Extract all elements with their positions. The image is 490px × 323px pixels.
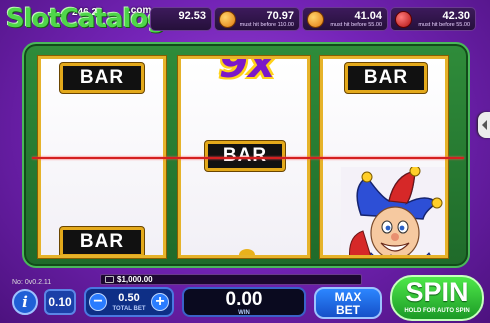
red-coin-icon	[395, 11, 412, 28]
watermark-url: .com	[128, 5, 152, 16]
symbol-top-edge	[239, 249, 255, 255]
jackpot-3-value: 41.04	[354, 10, 382, 22]
increase-bet-button[interactable]: +	[151, 293, 169, 311]
spin-button[interactable]: SPIN HOLD FOR AUTO SPIN	[390, 275, 484, 321]
bar-symbol: BAR	[60, 227, 144, 255]
jackpot-2: 70.97 must hit before 110.00	[214, 7, 300, 31]
max-bet-button[interactable]: MAX BET	[314, 287, 382, 319]
balance-display: $1,000.00	[100, 274, 362, 285]
jackpot-2-subtitle: must hit before 110.00	[239, 22, 294, 28]
auto-spin-hint: HOLD FOR AUTO SPIN	[404, 308, 470, 314]
win-display: 0.00 WIN	[182, 287, 306, 317]
jester-icon	[341, 167, 445, 255]
jackpot-1: 92.53	[150, 7, 212, 31]
bar-label: BAR	[63, 66, 141, 90]
coin-value-button[interactable]: 0.10	[44, 289, 76, 315]
win-label: WIN	[238, 310, 250, 316]
jackpot-3: 41.04 must hit before 55.00	[302, 7, 388, 31]
bar-label: BAR	[348, 66, 424, 90]
wallet-icon	[105, 276, 114, 283]
orange-coin-icon	[219, 11, 236, 28]
jackpot-4-value: 42.30	[442, 10, 470, 22]
decrease-bet-button[interactable]: −	[89, 293, 107, 311]
jackpot-1-value: 92.53	[178, 10, 206, 22]
side-menu-toggle[interactable]	[478, 112, 490, 138]
max-bet-label-line2: BET	[336, 303, 360, 317]
bar-label: BAR	[208, 144, 282, 168]
bar-symbol: BAR	[345, 63, 427, 93]
reel-frame: BAR BAR 9x BAR BAR	[22, 42, 470, 268]
jackpot-2-value: 70.97	[266, 10, 294, 22]
jackpot-4: 42.30 must hit before 55.00	[390, 7, 476, 31]
jackpot-4-subtitle: must hit before 55.00	[418, 22, 470, 28]
info-button[interactable]: i	[12, 289, 38, 315]
bar-label: BAR	[63, 230, 141, 254]
total-bet-value: 0.50	[118, 292, 140, 304]
version-label: No: 0v0.2.11	[12, 279, 52, 286]
blank-icon	[155, 11, 172, 28]
spin-label: SPIN	[405, 277, 469, 307]
jackpot-bar: 246.24 SlotCatalog .com 92.53 70.97 must…	[0, 0, 490, 34]
jackpot-3-subtitle: must hit before 55.00	[330, 22, 382, 28]
balance-value: $1,000.00	[117, 275, 153, 284]
bar-symbol: BAR	[205, 141, 285, 171]
orange-coin-icon	[307, 11, 324, 28]
win-value: 0.00	[225, 289, 263, 310]
total-bet-label: TOTAL BET	[112, 306, 146, 312]
bar-symbol: BAR	[60, 63, 144, 93]
multiplier-symbol: 9x	[218, 56, 276, 87]
total-bet-control: − 0.50 TOTAL BET +	[84, 287, 174, 317]
payline	[32, 157, 464, 159]
